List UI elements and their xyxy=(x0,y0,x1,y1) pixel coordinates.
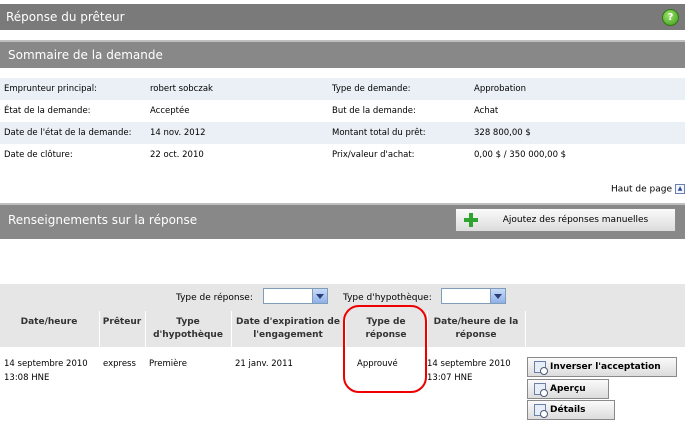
row-datetime: 14 septembre 2010 13:08 HNE xyxy=(4,357,88,385)
cell-line: 13:07 HNE xyxy=(427,373,473,383)
row-expiry: 21 janv. 2011 xyxy=(235,359,293,369)
add-manual-response-label: Ajoutez des réponses manuelles xyxy=(502,215,649,225)
summary-label: But de la demande: xyxy=(332,106,416,116)
summary-value: 0,00 $ / 350 000,00 $ xyxy=(474,150,567,160)
header-line: d'hypothèque xyxy=(153,330,223,340)
header-line: réponse xyxy=(455,330,497,340)
cell-line: 13:08 HNE xyxy=(4,373,50,383)
preview-button[interactable]: Aperçu xyxy=(527,379,609,399)
summary-row: État de la demande: Acceptée But de la d… xyxy=(0,100,685,122)
plus-icon xyxy=(464,213,478,227)
summary-label: Emprunteur principal: xyxy=(0,78,146,100)
response-title: Renseignements sur la réponse xyxy=(8,213,198,227)
header-line: l'engagement xyxy=(253,330,323,340)
summary-label: Type de demande: xyxy=(328,78,470,100)
summary-value: 328 800,00 $ xyxy=(470,122,685,144)
summary-table: Emprunteur principal: robert sobczak Typ… xyxy=(0,78,685,166)
header-line: Date/heure xyxy=(20,317,78,327)
back-to-top-link[interactable]: Haut de page ▲ xyxy=(611,184,685,195)
column-header-lender: Prêteur xyxy=(100,316,144,329)
document-magnifier-icon xyxy=(534,383,548,397)
cell-line: 14 septembre 2010 xyxy=(4,359,88,369)
summary-value: Approbation xyxy=(470,78,685,100)
response-type-select[interactable] xyxy=(263,288,328,304)
header-line: Type xyxy=(176,317,200,327)
response-type-label: Type de réponse: xyxy=(176,293,253,303)
summary-label: Prix/valeur d'achat: xyxy=(332,150,415,160)
header-line: Date/heure de la xyxy=(433,317,519,327)
preview-label: Aperçu xyxy=(550,384,586,394)
summary-label: Date de l'état de la demande: xyxy=(0,122,146,144)
chevron-down-icon xyxy=(312,289,327,303)
mortgage-type-label: Type d'hypothèque: xyxy=(343,293,432,303)
header-line: Date d'expiration de xyxy=(236,317,340,327)
summary-title: Sommaire de la demande xyxy=(8,48,163,62)
summary-section-header: Sommaire de la demande xyxy=(0,40,685,68)
reverse-acceptance-label: Inverser l'acceptation xyxy=(550,362,661,372)
help-icon[interactable]: ? xyxy=(662,9,679,26)
summary-value: Acceptée xyxy=(150,106,190,116)
page-title: Réponse du prêteur xyxy=(6,10,125,24)
column-header-expiry: Date d'expiration de l'engagement xyxy=(232,316,344,342)
summary-value: robert sobczak xyxy=(146,78,328,100)
column-header-datetime: Date/heure xyxy=(0,316,98,329)
add-manual-response-button[interactable]: Ajoutez des réponses manuelles xyxy=(455,208,676,232)
summary-value: Achat xyxy=(474,106,499,116)
details-label: Détails xyxy=(550,405,586,415)
summary-row: Date de l'état de la demande: 14 nov. 20… xyxy=(0,122,685,144)
annotation-circle xyxy=(343,305,427,393)
reverse-acceptance-button[interactable]: Inverser l'acceptation xyxy=(527,357,677,377)
arrow-up-icon: ▲ xyxy=(675,184,685,194)
summary-value: 22 oct. 2010 xyxy=(150,150,204,160)
page-header: Réponse du prêteur ? xyxy=(0,4,685,30)
column-header-response-datetime: Date/heure de la réponse xyxy=(428,316,524,342)
summary-label: Date de clôture: xyxy=(4,150,73,160)
mortgage-type-select[interactable] xyxy=(441,288,506,304)
row-response-datetime: 14 septembre 2010 13:07 HNE xyxy=(427,357,511,385)
header-line: Prêteur xyxy=(102,317,142,327)
summary-row: Emprunteur principal: robert sobczak Typ… xyxy=(0,78,685,100)
document-magnifier-icon xyxy=(534,404,548,418)
document-magnifier-icon xyxy=(534,361,548,375)
cell-line: 14 septembre 2010 xyxy=(427,359,511,369)
summary-label: Montant total du prêt: xyxy=(328,122,470,144)
filter-row: Type de réponse: Type d'hypothèque: xyxy=(0,284,685,311)
summary-label: État de la demande: xyxy=(4,106,91,116)
details-button[interactable]: Détails xyxy=(527,400,615,420)
chevron-down-icon xyxy=(490,289,505,303)
row-type: Première xyxy=(149,359,187,369)
summary-row: Date de clôture: 22 oct. 2010 Prix/valeu… xyxy=(0,144,685,166)
column-header-type: Type d'hypothèque xyxy=(146,316,230,342)
summary-value: 14 nov. 2012 xyxy=(146,122,328,144)
row-lender: express xyxy=(103,359,136,369)
back-to-top-label: Haut de page xyxy=(611,184,672,195)
